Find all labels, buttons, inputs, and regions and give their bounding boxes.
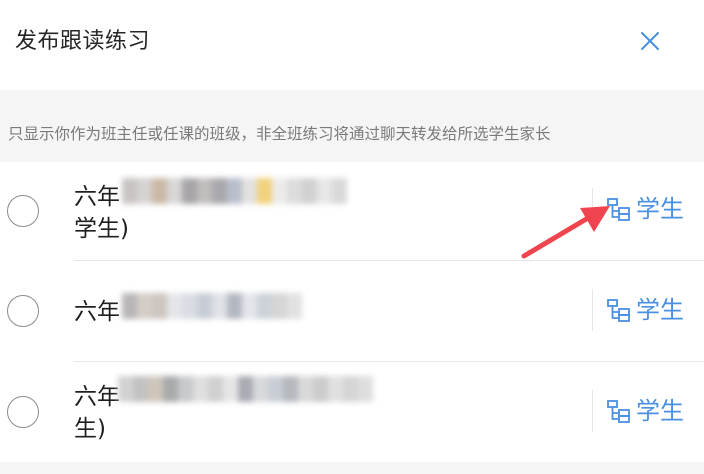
redacted-class-name-2 xyxy=(122,293,302,345)
view-students-button-3[interactable]: 学生 xyxy=(606,394,684,428)
bottom-spacer xyxy=(0,462,704,474)
class-radio-1[interactable] xyxy=(7,195,39,227)
class-name-prefix-2: 六年 xyxy=(74,299,120,325)
class-name-prefix-3: 六年 xyxy=(74,384,120,410)
class-name-suffix-3: 生) xyxy=(74,416,106,442)
vertical-divider xyxy=(592,390,593,432)
org-tree-icon xyxy=(607,299,630,322)
dialog-title: 发布跟读练习 xyxy=(15,29,151,54)
vertical-divider xyxy=(592,289,593,331)
org-tree-icon xyxy=(607,400,630,423)
redacted-class-name-3 xyxy=(118,376,373,428)
class-radio-2[interactable] xyxy=(7,295,39,327)
class-row-3[interactable]: 六年 生) 学生 xyxy=(0,362,704,462)
close-icon[interactable] xyxy=(636,27,664,55)
students-label: 学生 xyxy=(636,195,684,223)
class-name-suffix-1: 学生) xyxy=(74,216,129,242)
class-radio-3[interactable] xyxy=(7,396,39,428)
dialog-header: 发布跟读练习 xyxy=(0,0,704,90)
view-students-button-2[interactable]: 学生 xyxy=(606,293,684,327)
notice-text: 只显示你作为班主任或任课的班级，非全班练习将通过聊天转发给所选学生家长 xyxy=(8,125,551,143)
students-label: 学生 xyxy=(636,397,684,425)
annotation-arrow-icon xyxy=(521,206,610,259)
students-label: 学生 xyxy=(636,296,684,324)
redacted-class-name-1 xyxy=(122,178,347,230)
class-name-prefix-1: 六年 xyxy=(74,184,120,210)
class-row-2[interactable]: 六年 学生 xyxy=(0,261,704,361)
